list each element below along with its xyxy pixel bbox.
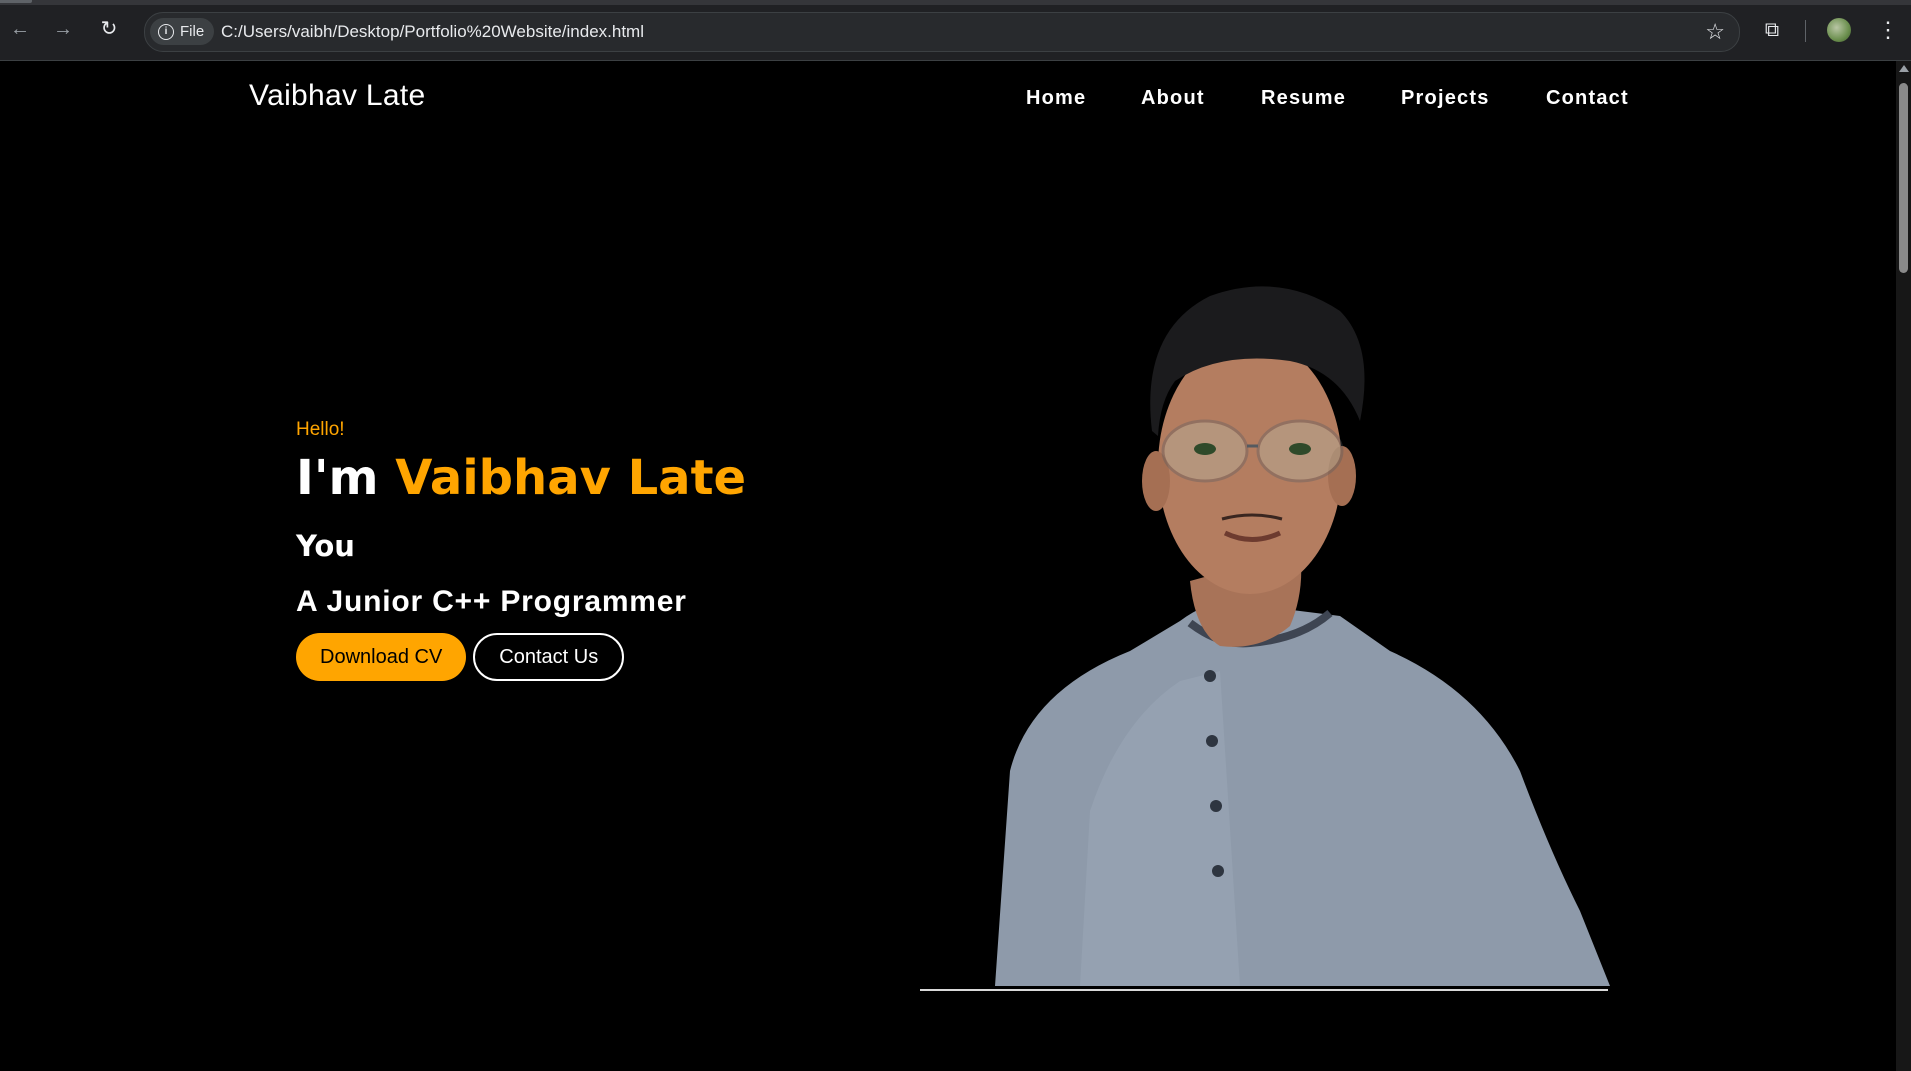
tab-indicator: [0, 0, 32, 3]
eye: [1194, 443, 1216, 455]
nav-projects[interactable]: Projects: [1401, 87, 1490, 110]
address-bar[interactable]: i File C:/Users/vaibh/Desktop/Portfolio%…: [144, 12, 1740, 52]
shirt-button: [1212, 865, 1224, 877]
hero-headline: I'm Vaibhav Late: [296, 453, 776, 503]
photo-baseline: [920, 989, 1608, 991]
star-icon[interactable]: ☆: [1705, 13, 1725, 51]
nav-home[interactable]: Home: [1026, 87, 1086, 110]
hero-text: Hello! I'm Vaibhav Late You A Junior C++…: [296, 419, 776, 681]
nav-resume[interactable]: Resume: [1261, 87, 1346, 110]
site-brand[interactable]: Vaibhav Late: [249, 79, 426, 113]
toolbar-divider: [1805, 20, 1806, 42]
profile-photo: [995, 286, 1610, 986]
typed-word: You: [296, 529, 355, 563]
role-text: A Junior C++ Programmer: [296, 585, 687, 618]
shirt-button: [1204, 670, 1216, 682]
forward-arrow-icon[interactable]: →: [50, 16, 76, 42]
url-text[interactable]: C:/Users/vaibh/Desktop/Portfolio%20Websi…: [221, 13, 644, 51]
more-menu-icon[interactable]: ⋮: [1877, 16, 1899, 44]
scroll-up-icon[interactable]: [1899, 65, 1909, 72]
chip-label: File: [180, 23, 205, 40]
tab-strip: [0, 0, 1911, 5]
profile-avatar[interactable]: [1827, 18, 1851, 42]
shirt-button: [1210, 800, 1222, 812]
info-icon: i: [158, 23, 174, 40]
nav-contact[interactable]: Contact: [1546, 87, 1629, 110]
nav-about[interactable]: About: [1141, 87, 1205, 110]
eye: [1289, 443, 1311, 455]
greeting: Hello!: [296, 419, 345, 440]
page-scrollbar[interactable]: [1896, 61, 1911, 1071]
shirt-button: [1206, 735, 1218, 747]
browser-toolbar: ← → ↻ i File C:/Users/vaibh/Desktop/Port…: [0, 0, 1911, 61]
extensions-icon[interactable]: ⧉: [1760, 18, 1784, 42]
intro-text: I'm: [296, 450, 379, 506]
reload-icon[interactable]: ↻: [96, 16, 122, 42]
contact-us-button[interactable]: Contact Us: [473, 633, 625, 681]
hero-buttons: Download CV Contact Us: [296, 633, 776, 681]
back-arrow-icon[interactable]: ←: [7, 16, 33, 42]
site-info-chip[interactable]: i File: [150, 18, 215, 45]
hero-name: Vaibhav Late: [395, 450, 747, 506]
portfolio-page: Vaibhav Late Home About Resume Projects …: [0, 61, 1896, 1071]
download-cv-button[interactable]: Download CV: [296, 633, 467, 681]
scroll-thumb[interactable]: [1899, 83, 1908, 273]
